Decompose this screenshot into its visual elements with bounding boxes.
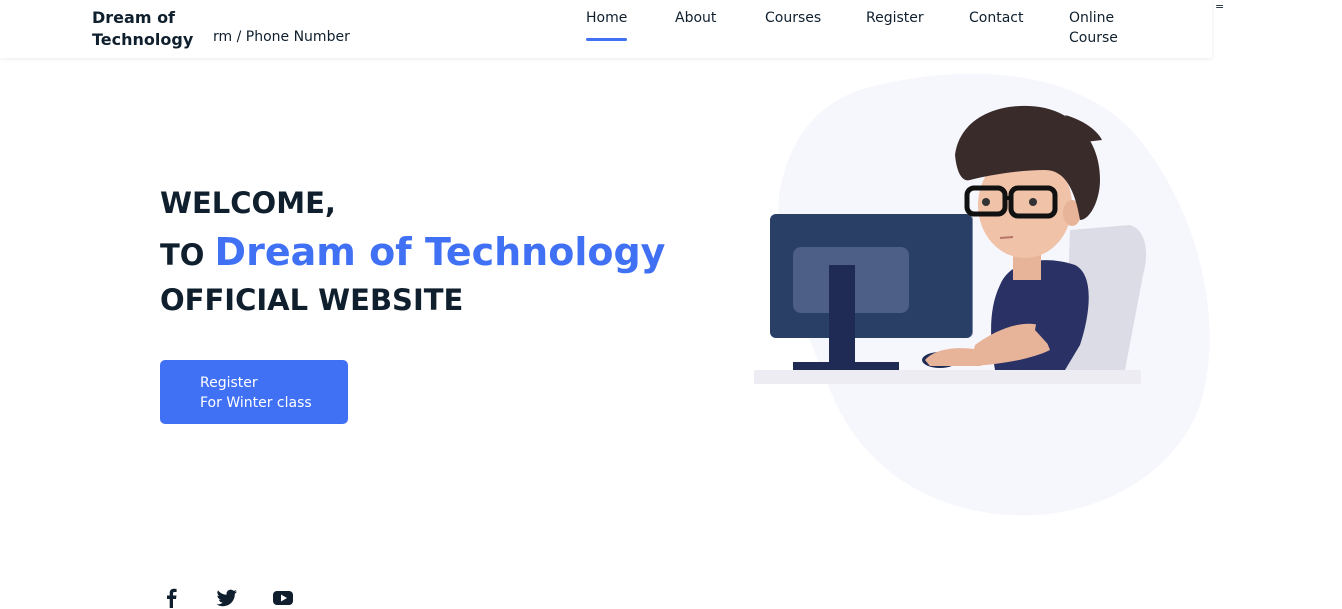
cta-line-1: Register [200, 375, 258, 391]
nav-online-course-label-1: Online [1069, 10, 1115, 26]
nav-contact[interactable]: Contact [969, 8, 1023, 28]
nav-home-label: Home [586, 10, 628, 26]
hero-brand-accent: Dream of Technology [214, 230, 666, 274]
hero-welcome: WELCOME, [160, 186, 336, 220]
brand-line-2: Technology [92, 30, 194, 49]
nav-online-course-label-2: Course [1069, 30, 1118, 46]
monitor-base [793, 362, 899, 370]
brand-logo[interactable]: Dream of Technology [92, 7, 202, 51]
register-winter-button[interactable]: Register For Winter class [160, 360, 348, 424]
nav-about-label: About [675, 10, 717, 26]
menu-toggle-icon[interactable]: = [1215, 0, 1224, 13]
nav-online-course[interactable]: Online Course [1069, 8, 1118, 48]
cta-line-2: For Winter class [200, 395, 312, 411]
nav-about[interactable]: About [675, 8, 716, 28]
contact-text: rm / Phone Number [213, 29, 350, 45]
brand-line-1: Dream of [92, 8, 176, 27]
nav-courses-label: Courses [765, 10, 822, 26]
eye-left [982, 198, 990, 206]
nav-courses[interactable]: Courses [765, 8, 821, 28]
desk [754, 370, 1141, 384]
youtube-icon[interactable] [272, 588, 294, 608]
hero-title: TO Dream of Technology [160, 230, 665, 274]
hero-to: TO [160, 238, 205, 272]
monitor-stand [829, 265, 855, 365]
facebook-icon[interactable] [161, 588, 183, 608]
nav-register[interactable]: Register [866, 8, 924, 28]
site-header: Dream of Technology rm / Phone Number Ho… [0, 0, 1212, 58]
mouth [999, 236, 1014, 239]
eye-right [1029, 198, 1037, 206]
nav-home[interactable]: Home [586, 8, 628, 41]
developer-illustration [754, 73, 1210, 516]
nav-contact-label: Contact [969, 10, 1024, 26]
hero-official: OFFICIAL WEBSITE [160, 283, 464, 317]
twitter-icon[interactable] [216, 588, 238, 608]
nav-register-label: Register [866, 10, 924, 26]
